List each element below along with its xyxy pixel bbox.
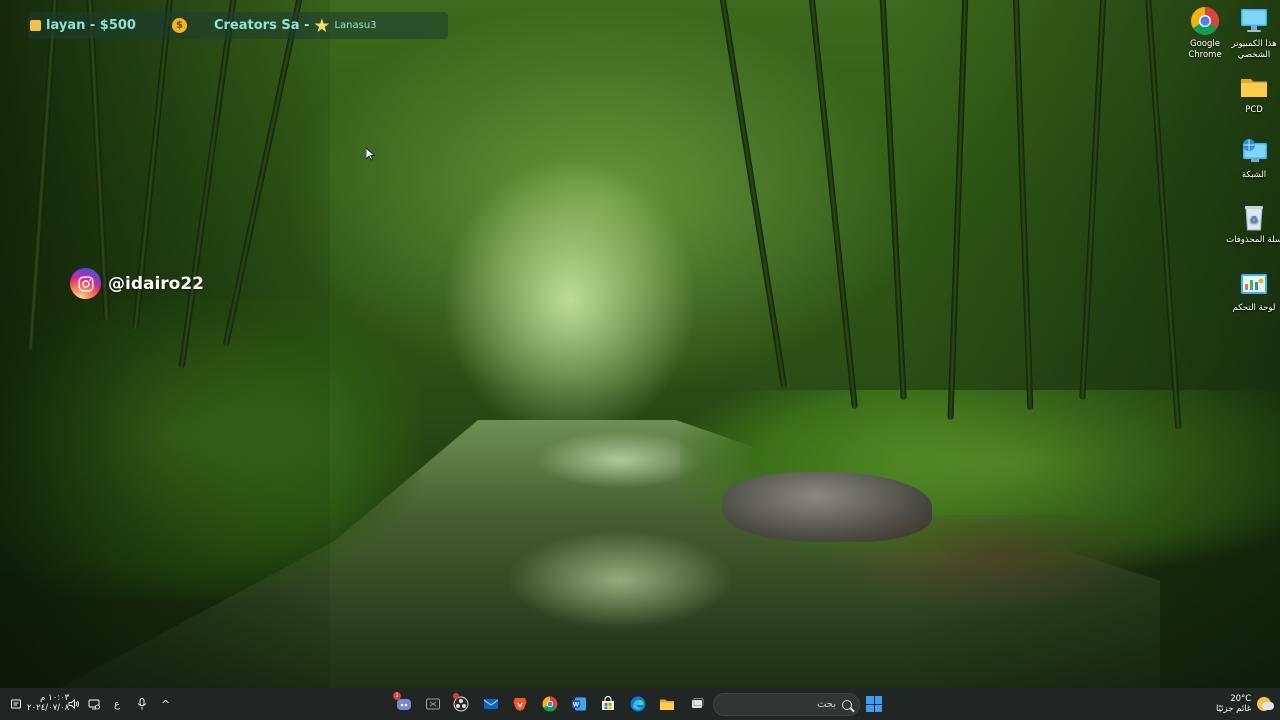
edge-icon[interactable] [630, 696, 646, 712]
obs-recording-dot [453, 693, 459, 699]
weather-temperature: 20°C [1230, 694, 1252, 704]
desktop-icon-label: Google Chrome [1188, 39, 1222, 60]
windows-logo-tile [874, 696, 882, 704]
svg-text:W: W [573, 702, 580, 709]
windows-logo-tile [866, 704, 874, 712]
weather-text: 20°C غائم جزئيًا [1216, 694, 1251, 714]
language-indicator[interactable]: ع [114, 699, 120, 710]
creator-name-text: Lanasu3 [334, 20, 377, 31]
weather-description: غائم جزئيًا [1216, 704, 1252, 714]
bamboo-stalk [808, 0, 858, 410]
dollar-coin-icon: $ [171, 18, 187, 33]
windows-logo-tile [874, 704, 882, 712]
task-view-icon[interactable] [689, 696, 705, 712]
chevron-up-icon[interactable]: ^ [161, 698, 170, 711]
system-tray [10, 688, 28, 720]
microsoft-store-icon[interactable] [600, 695, 616, 712]
desktop-wallpaper [0, 0, 1280, 688]
notification-icon[interactable] [10, 698, 22, 710]
obs-icon[interactable] [453, 693, 469, 712]
microphone-icon[interactable] [137, 698, 147, 710]
word-icon[interactable]: W [571, 696, 587, 712]
chrome-icon [1190, 6, 1220, 36]
windows-logo-tile [866, 696, 874, 704]
desktop-icon-control-panel[interactable]: لوحة التحكم [1226, 270, 1280, 314]
stream-alert-banner: layan - $500 $ Creators Sa - ★ Lanasu3 [28, 12, 448, 39]
volume-icon[interactable] [68, 698, 80, 710]
desktop-icon-label: هذا الكمبيوتر الشخصي [1231, 39, 1277, 60]
control-panel-icon [1239, 270, 1269, 300]
star-icon: ★ [313, 14, 331, 37]
clock-date: ٢٠٢٤/٠٧/٠٨ [27, 703, 70, 713]
desktop-icon-google-chrome[interactable]: Google Chrome [1177, 6, 1233, 61]
clock-time: ١٠:٠٣ م [40, 693, 70, 703]
xbox-icon[interactable] [425, 696, 441, 712]
bamboo-stalk [718, 0, 788, 389]
desktop-icon-label: PCD [1245, 105, 1263, 115]
discord-badge: 1 [393, 692, 401, 700]
donor-text: layan - $500 [46, 18, 136, 33]
chrome-icon[interactable] [542, 696, 558, 712]
wallpaper-shade-right [900, 0, 1280, 688]
brave-icon[interactable] [512, 696, 528, 712]
taskbar-search-box[interactable]: بحث [713, 693, 860, 716]
instagram-overlay: @idairo22 [70, 268, 204, 299]
instagram-icon [70, 268, 101, 299]
desktop-icon-label: سلة المحذوفات [1226, 235, 1280, 245]
svg-text:♻: ♻ [1250, 215, 1259, 226]
partly-cloudy-icon [1257, 697, 1275, 711]
weather-widget[interactable]: 20°C غائم جزئيًا [1212, 688, 1275, 720]
tray-icons: ع ^ [68, 688, 170, 720]
taskbar: ١٠:٠٣ م ٢٠٢٤/٠٧/٠٨ ع ^ 1 W بحث 20°C غائم… [0, 688, 1280, 720]
mouse-cursor-icon [366, 148, 375, 161]
creators-text: Creators Sa - [213, 18, 310, 33]
network-status-icon[interactable] [88, 698, 100, 710]
search-icon [842, 699, 852, 710]
desktop-icon-network[interactable]: الشبكة [1226, 137, 1280, 181]
search-placeholder: بحث [816, 699, 836, 710]
monitor-icon [1239, 6, 1269, 36]
folder-icon [1239, 72, 1269, 102]
desktop-icon-recycle-bin[interactable]: ♻ سلة المحذوفات [1226, 202, 1280, 246]
taskbar-clock[interactable]: ١٠:٠٣ م ٢٠٢٤/٠٧/٠٨ [27, 693, 69, 713]
discord-icon[interactable]: 1 [393, 692, 412, 712]
start-button[interactable] [866, 696, 882, 712]
recycle-bin-icon: ♻ [1239, 202, 1269, 232]
desktop-icon-label: الشبكة [1241, 170, 1267, 180]
coin-icon [30, 20, 41, 31]
instagram-handle: @idairo22 [108, 273, 205, 294]
mail-icon[interactable] [483, 696, 499, 712]
file-explorer-icon[interactable] [659, 696, 675, 712]
desktop-icon-pcd[interactable]: PCD [1226, 72, 1280, 116]
desktop-icon-this-pc[interactable]: هذا الكمبيوتر الشخصي [1226, 6, 1280, 61]
desktop-icon-label: لوحة التحكم [1232, 303, 1276, 313]
network-icon [1239, 137, 1269, 167]
